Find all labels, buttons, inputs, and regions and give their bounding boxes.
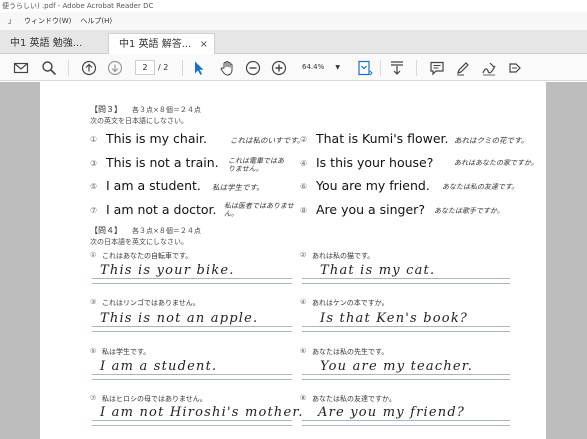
page-down-icon[interactable] bbox=[106, 59, 124, 77]
q3-points: 各３点×８個＝２４点 bbox=[132, 106, 201, 114]
q3-instruction: 次の英文を日本語にしなさい。 bbox=[90, 117, 188, 125]
zoom-out-icon[interactable] bbox=[244, 59, 262, 77]
q3-item-answer: 私は学生です。 bbox=[212, 183, 264, 192]
page-up-icon[interactable] bbox=[80, 59, 98, 77]
q3-item-answer: これは電車ではありません。 bbox=[228, 157, 284, 173]
q4-item-number: ③ bbox=[90, 298, 97, 306]
tab-label: 中1 英語 勉強... bbox=[10, 38, 83, 49]
window-title: 便うらしい) .pdf - Adobe Acrobat Reader DC bbox=[0, 0, 587, 12]
tab-study[interactable]: 中1 英語 勉強... bbox=[0, 33, 104, 54]
q4-item-answer: You are my teacher. bbox=[320, 359, 474, 374]
share-icon[interactable] bbox=[506, 59, 524, 77]
q3-item-english: That is Kumi's flower. bbox=[316, 131, 449, 146]
close-icon[interactable]: × bbox=[200, 34, 208, 55]
q3-item-answer: あれはクミの花です。 bbox=[454, 136, 529, 145]
q4-item-prompt: これはリンゴではありません。 bbox=[102, 299, 200, 307]
q3-item-number: ① bbox=[90, 135, 98, 144]
tab-bar: 中1 英語 勉強... 中1 英語 解答... × bbox=[0, 30, 587, 54]
q4-points: 各３点×８個＝２４点 bbox=[132, 227, 201, 235]
q3-item-english: This is my chair. bbox=[106, 131, 207, 146]
search-icon[interactable] bbox=[40, 59, 58, 77]
q4-item-number: ⑥ bbox=[300, 347, 307, 355]
q3-item-answer: あれはあなたの家ですか。 bbox=[454, 159, 538, 167]
q3-item-english: You are my friend. bbox=[316, 178, 430, 193]
q4-item-prompt: あれは私の猫です。 bbox=[312, 252, 375, 260]
q4-item-answer: I am not Hiroshi's mother. bbox=[100, 405, 304, 420]
q4-item-prompt: あれはケンの本ですか。 bbox=[312, 299, 389, 307]
q4-item-answer: Is that Ken's book? bbox=[320, 311, 469, 326]
q4-item-prompt: 私は学生です。 bbox=[102, 348, 151, 356]
q3-item-number: ④ bbox=[300, 159, 308, 168]
q3-item-english: This is not a train. bbox=[106, 155, 219, 170]
hand-icon[interactable] bbox=[218, 59, 236, 77]
q4-item-number: ⑦ bbox=[90, 394, 97, 402]
zoom-value: 64.4% bbox=[302, 63, 325, 71]
q4-instruction: 次の日本語を英文にしなさい。 bbox=[90, 238, 188, 246]
chevron-down-icon: ▼ bbox=[335, 64, 340, 71]
q4-item-answer: I am a student. bbox=[100, 359, 218, 374]
q4-item-prompt: 私はヒロシの母ではありません。 bbox=[102, 395, 207, 403]
q3-item-english: I am not a doctor. bbox=[106, 202, 217, 217]
menu-item-help[interactable]: ヘルプ(H) bbox=[80, 16, 112, 26]
q3-item-number: ⑧ bbox=[300, 206, 308, 215]
q4-item-answer: This is your bike. bbox=[100, 263, 235, 278]
q3-item-answer: あなたは歌手ですか。 bbox=[434, 207, 504, 215]
sign-icon[interactable] bbox=[480, 59, 498, 77]
highlight-icon[interactable] bbox=[454, 59, 472, 77]
fit-page-icon[interactable] bbox=[356, 59, 374, 77]
tab-answers[interactable]: 中1 英語 解答... × bbox=[108, 33, 215, 54]
select-cursor-icon[interactable] bbox=[190, 59, 208, 77]
comment-icon[interactable] bbox=[428, 59, 446, 77]
mail-icon[interactable] bbox=[12, 59, 30, 77]
q3-item-answer: これは私のいすです。 bbox=[230, 136, 305, 145]
q4-item-number: ⑤ bbox=[90, 347, 97, 355]
q3-item-number: ⑥ bbox=[300, 182, 308, 191]
q4-item-prompt: あなたは私の先生です。 bbox=[312, 348, 389, 356]
q4-item-number: ④ bbox=[300, 298, 307, 306]
pdf-page: 【問３】 各３点×８個＝２４点 次の英文を日本語にしなさい。 ① This is… bbox=[40, 82, 546, 439]
toolbar: 2 / 2 64.4% ▼ bbox=[0, 54, 587, 81]
q3-item-english: I am a student. bbox=[106, 178, 201, 193]
q4-item-number: ① bbox=[90, 251, 97, 259]
tab-label: 中1 英語 解答... bbox=[119, 39, 192, 50]
zoom-select[interactable]: 64.4% ▼ bbox=[298, 60, 344, 75]
document-viewport[interactable]: 【問３】 各３点×８個＝２４点 次の英文を日本語にしなさい。 ① This is… bbox=[0, 82, 587, 439]
q3-item-english: Is this your house? bbox=[316, 155, 434, 170]
q4-item-prompt: あなたは私の友達ですか。 bbox=[312, 395, 396, 403]
q3-item-english: Are you a singer? bbox=[316, 202, 425, 217]
q3-item-answer: あなたは私の友達です。 bbox=[442, 183, 519, 191]
q4-item-answer: This is not an apple. bbox=[100, 311, 259, 326]
q3-item-number: ② bbox=[300, 135, 308, 144]
menu-bar: 」 ウィンドウ(W) ヘルプ(H) bbox=[0, 12, 587, 30]
zoom-in-icon[interactable] bbox=[270, 59, 288, 77]
q3-item-number: ⑦ bbox=[90, 206, 98, 215]
q4-item-answer: Are you my friend? bbox=[318, 405, 466, 420]
page-total: / 2 bbox=[158, 63, 169, 72]
q3-item-number: ③ bbox=[90, 159, 98, 168]
menu-item-partial[interactable]: 」 bbox=[8, 16, 15, 26]
q4-header: 【問４】 bbox=[90, 226, 122, 235]
q4-item-number: ② bbox=[300, 251, 307, 259]
menu-item-window[interactable]: ウィンドウ(W) bbox=[24, 16, 71, 26]
q4-item-number: ⑧ bbox=[300, 394, 307, 402]
q4-item-prompt: これはあなたの自転車です。 bbox=[102, 252, 193, 260]
scroll-mode-icon[interactable] bbox=[388, 59, 406, 77]
q3-item-number: ⑤ bbox=[90, 182, 98, 191]
q3-item-answer: 私は医者ではありません。 bbox=[224, 202, 294, 218]
page-number-input[interactable]: 2 bbox=[135, 60, 155, 75]
q3-header: 【問３】 bbox=[90, 105, 122, 114]
q4-item-answer: That is my cat. bbox=[320, 263, 436, 278]
